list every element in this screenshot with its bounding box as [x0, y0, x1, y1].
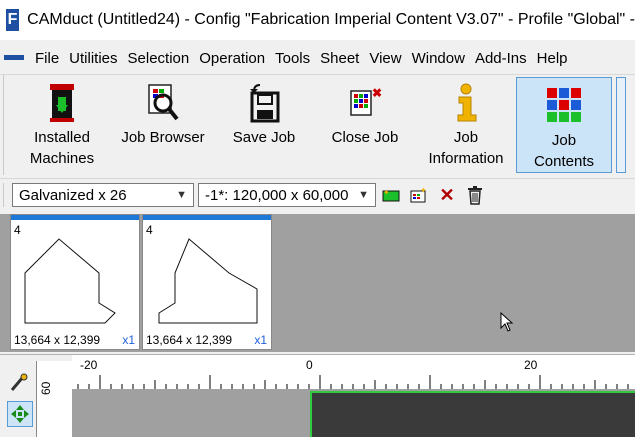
selection-indicator	[11, 215, 139, 220]
job-contents-button[interactable]: Job Contents	[516, 77, 612, 173]
menu-utilities[interactable]: Utilities	[64, 50, 122, 67]
material-value: Galvanized x 26	[19, 186, 127, 204]
toolbar-grip[interactable]	[3, 75, 12, 175]
sheet-outline[interactable]	[310, 391, 635, 437]
pan-tool-button[interactable]	[7, 401, 33, 427]
menu-add-ins[interactable]: Add-Ins	[470, 50, 532, 67]
part-browser[interactable]: 4 13,664 x 12,399 x1 4 13,664 x 12,399 x…	[0, 214, 635, 352]
ruler-ticks	[77, 375, 629, 389]
machine-icon	[50, 84, 74, 122]
vruler-label: 60	[39, 381, 53, 395]
sheet-size-select[interactable]: -1*: 120,000 x 60,000 ▼	[198, 183, 376, 207]
menu-sheet[interactable]: Sheet	[315, 50, 364, 67]
menu-file[interactable]: File	[30, 50, 64, 67]
svg-text:✖: ✖	[372, 86, 382, 100]
menu-logo-icon[interactable]	[4, 52, 24, 64]
side-toolbar	[0, 355, 36, 437]
job-browser-label: Job Browser	[121, 129, 205, 146]
main-toolbar: Installed Machines Job Browser Save Job …	[0, 74, 635, 175]
sheet-toolbar: Galvanized x 26 ▼ -1*: 120,000 x 60,000 …	[0, 178, 635, 211]
window-title: CAMduct (Untitled24) - Config "Fabricati…	[27, 11, 635, 28]
menu-window[interactable]: Window	[407, 50, 470, 67]
material-select[interactable]: Galvanized x 26 ▼	[12, 183, 194, 207]
hruler-label: -20	[80, 358, 98, 372]
app-icon[interactable]: F	[6, 9, 20, 31]
part-dimensions: 13,664 x 12,399	[14, 333, 101, 347]
installed-machines-button[interactable]: Installed Machines	[12, 75, 112, 171]
close-icon: ✕	[439, 184, 455, 205]
installed-machines-label-1: Installed	[34, 129, 90, 146]
drawing-area: 60 -20 0 20	[0, 354, 635, 437]
sheet-toolbar-grip[interactable]	[3, 183, 12, 207]
installed-machines-label-2: Machines	[29, 150, 95, 167]
add-sheet-icon: ✦	[382, 188, 400, 202]
select-tool-button[interactable]	[7, 371, 31, 395]
hruler-label: 20	[524, 358, 538, 372]
hruler-label: 0	[306, 358, 313, 372]
toolbar-overflow-button[interactable]	[616, 77, 626, 173]
menu-bar: File Utilities Selection Operation Tools…	[0, 44, 635, 72]
part-shape-preview	[24, 238, 116, 324]
part-card[interactable]: 4 13,664 x 12,399 x1	[142, 214, 272, 350]
floppy-icon	[250, 84, 280, 123]
trash-icon	[468, 186, 482, 205]
part-number: 4	[146, 223, 153, 237]
svg-text:✦: ✦	[383, 188, 390, 197]
menu-help[interactable]: Help	[532, 50, 573, 67]
menu-selection[interactable]: Selection	[123, 50, 195, 67]
magnifier-icon	[148, 84, 179, 121]
menu-view[interactable]: View	[364, 50, 406, 67]
selection-indicator	[143, 215, 271, 220]
sheet-properties-icon: ✦	[410, 186, 427, 203]
grid-icon	[547, 88, 581, 122]
svg-text:✦: ✦	[420, 186, 427, 195]
move-arrows-icon	[11, 405, 29, 423]
menu-operation[interactable]: Operation	[194, 50, 270, 67]
delete-sheet-button[interactable]: ✕	[436, 184, 458, 206]
info-icon	[457, 83, 477, 122]
chevron-down-icon: ▼	[358, 189, 369, 201]
vertical-ruler: 60	[36, 361, 73, 437]
close-job-icon: ✖	[350, 86, 382, 116]
part-card[interactable]: 4 13,664 x 12,399 x1	[10, 214, 140, 350]
mouse-cursor-icon	[500, 312, 514, 332]
job-information-button[interactable]: Job Information	[416, 75, 516, 171]
part-dimensions: 13,664 x 12,399	[146, 333, 233, 347]
save-job-button[interactable]: Save Job	[214, 75, 314, 171]
title-bar: F CAMduct (Untitled24) - Config "Fabrica…	[0, 0, 635, 40]
save-job-label: Save Job	[232, 129, 296, 146]
sheet-size-value: -1*: 120,000 x 60,000	[205, 186, 349, 204]
part-quantity: x1	[254, 333, 267, 347]
sheet-properties-button[interactable]: ✦	[408, 184, 430, 206]
close-job-button[interactable]: ✖ Close Job	[314, 75, 416, 171]
chevron-down-icon: ▼	[176, 189, 187, 201]
close-job-label: Close Job	[331, 129, 399, 146]
job-information-label-2: Information	[428, 150, 504, 167]
part-shape-preview	[158, 238, 258, 324]
job-information-label-1: Job	[453, 129, 479, 146]
job-contents-label-1: Job	[551, 132, 577, 149]
horizontal-ruler: -20 0 20	[72, 355, 635, 390]
part-number: 4	[14, 223, 21, 237]
menu-tools[interactable]: Tools	[270, 50, 315, 67]
job-browser-button[interactable]: Job Browser	[112, 75, 214, 171]
trash-button[interactable]	[464, 184, 486, 206]
job-contents-label-2: Contents	[533, 153, 595, 170]
pointer-icon	[10, 373, 28, 391]
add-sheet-button[interactable]: ✦	[380, 184, 402, 206]
part-quantity: x1	[122, 333, 135, 347]
